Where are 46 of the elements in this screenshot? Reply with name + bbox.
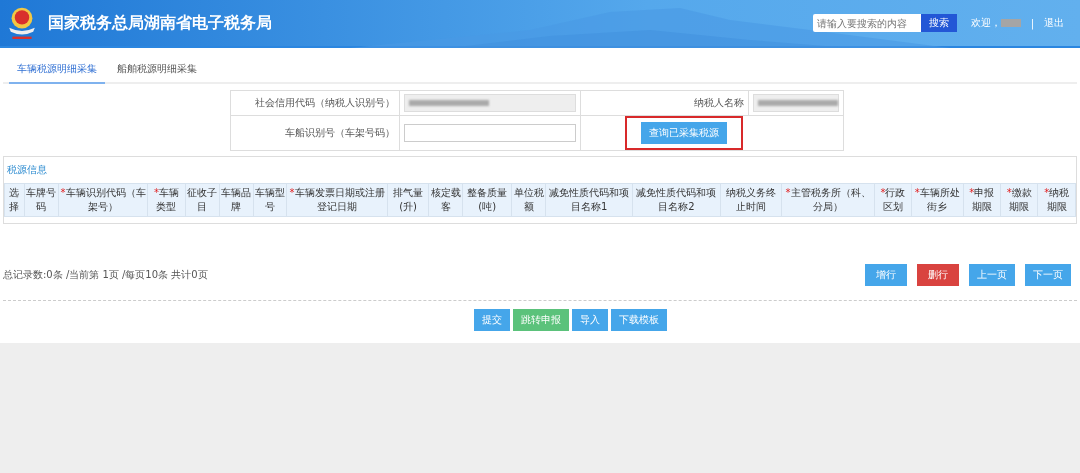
form-label: 车船识别号（车架号码） [230, 115, 400, 151]
column-header: 选择 [4, 183, 25, 217]
column-header: *车辆所处街乡 [911, 183, 964, 217]
column-header: 排气量(升) [387, 183, 429, 217]
column-header: 征收子目 [185, 183, 220, 217]
column-header: 单位税额 [511, 183, 546, 217]
column-header: 车辆型号 [253, 183, 287, 217]
column-header: 车牌号码 [24, 183, 59, 217]
section-title: 税源信息 [6, 163, 48, 177]
logout-link[interactable]: 退出 [1044, 16, 1064, 30]
column-header: *主管税务所（科、分局） [781, 183, 875, 217]
record-summary: 总记录数:0条 /当前第 1页 /每页10条 共计0页 [3, 268, 208, 282]
site-title: 国家税务总局湖南省电子税务局 [48, 12, 272, 34]
column-header: *行政区划 [874, 183, 912, 217]
column-header: 车辆品牌 [219, 183, 253, 217]
action-button[interactable]: 跳转申报 [512, 309, 569, 331]
tab[interactable]: 船舶税源明细采集 [109, 56, 205, 84]
pager-button[interactable]: 删行 [917, 264, 959, 286]
pager-button[interactable]: 下一页 [1025, 264, 1071, 286]
pager-button[interactable]: 上一页 [969, 264, 1015, 286]
redacted-username [1000, 19, 1021, 27]
pager-button[interactable]: 增行 [865, 264, 907, 286]
input-field[interactable] [404, 124, 577, 142]
action-button[interactable]: 提交 [473, 309, 510, 331]
column-header: *车辆类型 [147, 183, 186, 217]
column-header: *缴款期限 [1000, 183, 1038, 217]
form-label: 纳税人名称 [580, 90, 749, 116]
column-header: *申报期限 [963, 183, 1001, 217]
column-header: 整备质量(吨) [462, 183, 512, 217]
search-field[interactable]: 请输入要搜索的内容 [812, 14, 921, 32]
form-label: 社会信用代码（纳税人识别号） [230, 90, 400, 116]
welcome-text: 欢迎， [970, 16, 1001, 30]
separator-text: | [1030, 17, 1034, 29]
column-header: 纳税义务终止时间 [720, 183, 782, 217]
column-header: 减免性质代码和项目名称1 [545, 183, 633, 217]
column-header: 减免性质代码和项目名称2 [632, 183, 721, 217]
query-button[interactable]: 查询已采集税源 [641, 122, 728, 144]
column-header: *纳税期限 [1037, 183, 1076, 217]
emblem-icon [6, 5, 38, 41]
search-button[interactable]: 搜索 [920, 14, 957, 32]
action-button[interactable]: 导入 [571, 309, 608, 331]
tab[interactable]: 车辆税源明细采集 [9, 56, 105, 84]
column-header: 核定载客 [428, 183, 463, 217]
column-header: *车辆发票日期或注册登记日期 [286, 183, 388, 217]
column-header: *车辆识别代码（车架号） [58, 183, 148, 217]
action-button[interactable]: 下载模板 [610, 309, 667, 331]
